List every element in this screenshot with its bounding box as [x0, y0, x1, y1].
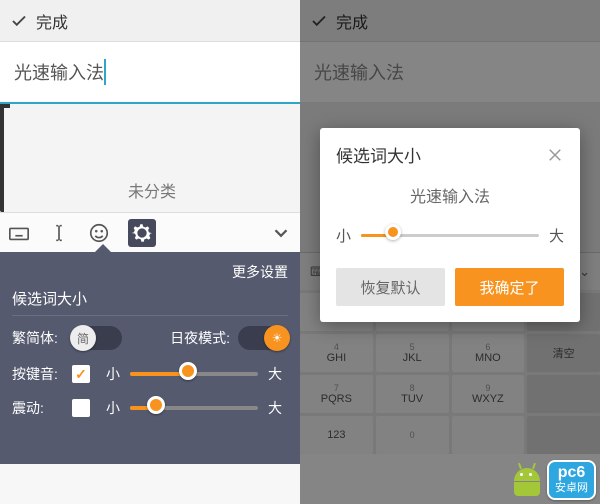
middle-area: 未分类 [0, 104, 300, 212]
left-phone: 完成 光速输入法 未分类 更多设置 候选词大小 繁简体: 简 日夜模式: ☀ 按… [0, 0, 300, 504]
vibrate-checkbox[interactable] [72, 399, 90, 417]
vibrate-label: 震动: [12, 398, 72, 418]
gear-icon[interactable] [128, 219, 156, 247]
vibrate-large: 大 [268, 398, 282, 418]
keysound-large: 大 [268, 364, 282, 384]
keysound-row: 按键音: 小 大 [12, 364, 288, 384]
cursor-icon[interactable] [48, 222, 70, 244]
trad-simp-label: 繁简体: [12, 328, 72, 348]
night-mode-label: 日夜模式: [170, 328, 230, 348]
keyboard-icon[interactable] [8, 222, 30, 244]
pc6-badge: pc6 安卓网 [547, 460, 596, 500]
vibrate-slider[interactable] [130, 406, 258, 410]
android-icon [507, 462, 547, 498]
confirm-button[interactable]: 我确定了 [455, 268, 564, 306]
keysound-checkbox[interactable] [72, 365, 90, 383]
keysound-slider[interactable] [130, 372, 258, 376]
input-text: 光速输入法 [14, 59, 106, 85]
keysound-label: 按键音: [12, 364, 72, 384]
keysound-small: 小 [106, 364, 120, 384]
dialog-preview-text: 光速输入法 [336, 183, 564, 207]
dialog-small-label: 小 [336, 225, 351, 246]
trad-simp-row: 繁简体: 简 日夜模式: ☀ [12, 326, 288, 350]
input-area[interactable]: 光速输入法 [0, 42, 300, 102]
vibrate-row: 震动: 小 大 [12, 398, 288, 418]
night-mode-toggle[interactable]: ☀ [238, 326, 288, 350]
candidate-size-dialog: 候选词大小 光速输入法 小 大 恢复默认 我确定了 [320, 128, 580, 322]
trad-simp-toggle[interactable]: 简 [72, 326, 122, 350]
topbar: 完成 [0, 0, 300, 42]
dialog-large-label: 大 [549, 225, 564, 246]
dialog-slider[interactable] [361, 234, 539, 237]
ime-toolbar [0, 212, 300, 252]
candidate-size-heading: 候选词大小 [12, 288, 288, 316]
settings-panel: 更多设置 候选词大小 繁简体: 简 日夜模式: ☀ 按键音: 小 大 震动: 小… [0, 252, 300, 464]
dialog-title: 候选词大小 [336, 142, 421, 167]
category-label[interactable]: 未分类 [4, 178, 300, 202]
emoji-icon[interactable] [88, 222, 110, 244]
close-icon[interactable] [546, 146, 564, 164]
dialog-slider-row: 小 大 [336, 225, 564, 246]
vibrate-small: 小 [106, 398, 120, 418]
reset-button[interactable]: 恢复默认 [336, 268, 445, 306]
watermark: pc6 安卓网 [507, 460, 596, 500]
more-settings-link[interactable]: 更多设置 [12, 262, 288, 282]
check-icon[interactable] [10, 12, 28, 30]
chevron-down-icon[interactable] [270, 222, 292, 244]
done-label[interactable]: 完成 [36, 9, 68, 33]
